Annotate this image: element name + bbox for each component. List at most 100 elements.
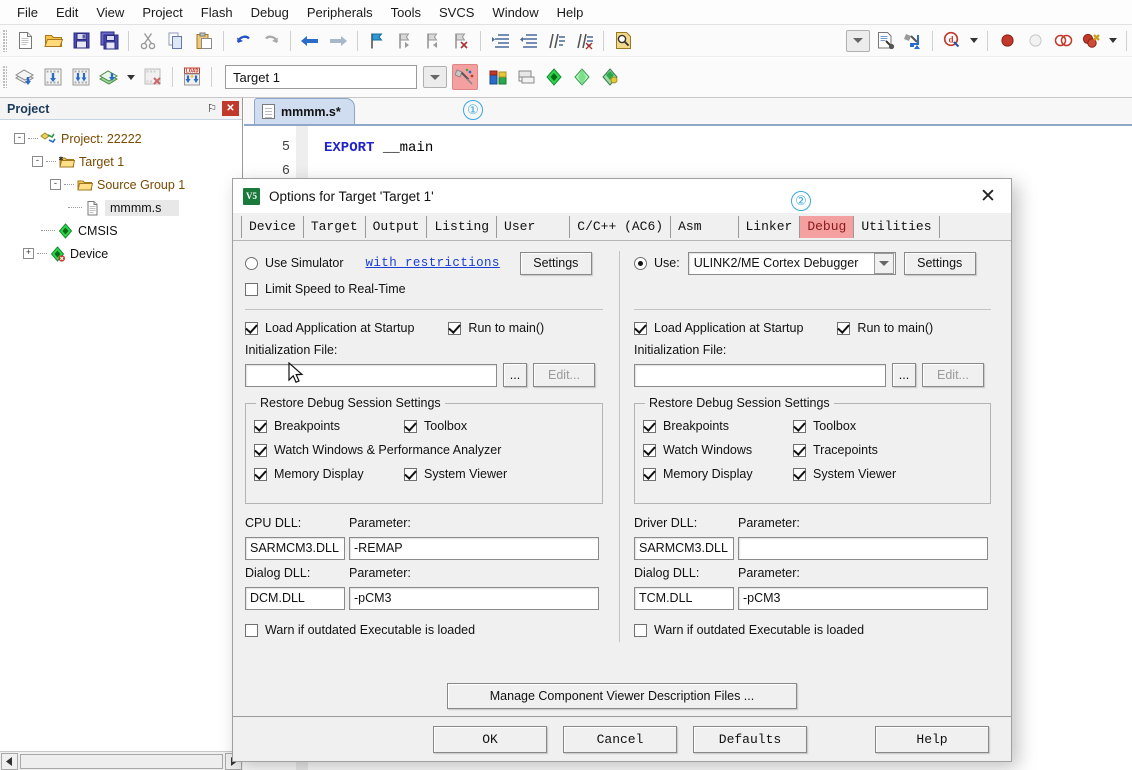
translate-icon[interactable] [12, 64, 38, 90]
expander-icon[interactable]: - [50, 179, 61, 190]
cpu-dll-input[interactable]: SARMCM3.DLL [245, 536, 345, 560]
warn-outdated-row-left[interactable]: Warn if outdated Executable is loaded [245, 618, 603, 642]
debugger-settings-button[interactable]: Settings [903, 251, 976, 275]
copy-icon[interactable] [163, 28, 189, 54]
run-to-main-checkbox[interactable] [448, 321, 462, 335]
breakpoints-checkbox[interactable] [254, 419, 267, 433]
tab-utilities[interactable]: Utilities [854, 215, 940, 238]
tab-target[interactable]: Target [304, 215, 366, 238]
insert-breakpoint-icon[interactable] [994, 28, 1020, 54]
warn-outdated-row-right[interactable]: Warn if outdated Executable is loaded [634, 618, 991, 642]
toolbox-checkbox[interactable] [793, 419, 806, 433]
batch-build-icon[interactable] [96, 64, 122, 90]
toolbar-grip[interactable] [3, 66, 7, 88]
toolbox-checkbox[interactable] [404, 419, 417, 433]
load-application-checkbox[interactable] [634, 321, 647, 335]
options-for-target-button[interactable] [452, 64, 478, 90]
undo-icon[interactable] [230, 28, 256, 54]
tab-linker[interactable]: Linker [739, 215, 801, 238]
build-icon[interactable] [40, 64, 66, 90]
close-icon[interactable]: ✕ [222, 101, 239, 116]
menu-item-svcs[interactable]: SVCS [430, 2, 483, 23]
target-dropdown-arrow-icon[interactable] [423, 66, 447, 88]
menu-item-project[interactable]: Project [133, 2, 191, 23]
bookmark-clear-icon[interactable] [448, 28, 474, 54]
dialog-dll-input[interactable]: TCM.DLL [634, 586, 734, 610]
disable-all-breakpoints-icon[interactable] [1050, 28, 1076, 54]
defaults-button[interactable]: Defaults [693, 725, 807, 753]
run-to-main-checkbox[interactable] [837, 321, 851, 335]
expander-icon[interactable]: - [32, 156, 43, 167]
cmsis-pack-installer-icon[interactable] [597, 64, 623, 90]
watch-windows-checkbox[interactable] [254, 443, 267, 457]
tree-node-device[interactable]: + Device [8, 242, 242, 265]
manage-multi-project-icon[interactable] [513, 64, 539, 90]
driver-dll-parameter-input[interactable] [738, 536, 988, 560]
manage-component-viewer-button[interactable]: Manage Component Viewer Description File… [447, 682, 797, 709]
initialization-file-input[interactable] [634, 363, 886, 387]
watch-windows-checkbox[interactable] [643, 443, 656, 457]
rebuild-icon[interactable] [68, 64, 94, 90]
ok-button[interactable]: OK [433, 725, 547, 753]
cancel-button[interactable]: Cancel [563, 725, 677, 753]
use-debugger-row[interactable]: Use: ULINK2/ME Cortex Debugger Settings [634, 251, 991, 275]
system-viewer-checkbox[interactable] [793, 467, 806, 481]
tree-node-cmsis[interactable]: CMSIS [8, 219, 242, 242]
tree-node-project[interactable]: - Project: 22222 [8, 127, 242, 150]
tab-debug[interactable]: Debug [800, 215, 855, 238]
help-button[interactable]: Help [875, 725, 989, 753]
outdent-icon[interactable] [515, 28, 541, 54]
menu-item-window[interactable]: Window [483, 2, 547, 23]
menu-item-peripherals[interactable]: Peripherals [298, 2, 382, 23]
bookmark-prev-icon[interactable] [392, 28, 418, 54]
initialization-file-input[interactable] [245, 363, 497, 387]
memory-display-cell[interactable]: Memory Display [643, 467, 793, 481]
limit-speed-row[interactable]: Limit Speed to Real-Time [245, 277, 603, 301]
memory-display-checkbox[interactable] [254, 467, 267, 481]
breakpoints-checkbox[interactable] [643, 419, 656, 433]
dialog-title-bar[interactable]: V5 Options for Target 'Target 1' ✕ [233, 179, 1011, 213]
menu-item-flash[interactable]: Flash [192, 2, 242, 23]
cut-icon[interactable] [135, 28, 161, 54]
cmsis-pack-green-icon[interactable] [541, 64, 567, 90]
bookmark-toggle-icon[interactable] [364, 28, 390, 54]
use-simulator-row[interactable]: Use Simulator with restrictions Settings [245, 251, 603, 275]
breakpoints-cell[interactable]: Breakpoints [643, 419, 793, 433]
pin-icon[interactable]: ⚐ [204, 101, 220, 117]
use-simulator-radio[interactable] [245, 256, 258, 270]
breakpoints-dropdown-caret-icon[interactable] [1109, 38, 1117, 43]
tab-c-cpp[interactable]: C/C++ (AC6) [570, 215, 672, 238]
toolbar-grip[interactable] [3, 29, 7, 52]
new-file-icon[interactable] [12, 28, 38, 54]
system-viewer-cell[interactable]: System Viewer [793, 467, 896, 481]
menu-item-tools[interactable]: Tools [382, 2, 430, 23]
disable-breakpoint-icon[interactable] [1022, 28, 1048, 54]
scroll-thumb[interactable] [20, 753, 223, 769]
menu-item-edit[interactable]: Edit [47, 2, 87, 23]
debugger-select[interactable]: ULINK2/ME Cortex Debugger [687, 251, 896, 275]
browse-init-file-button[interactable]: ... [892, 363, 916, 387]
navigate-forward-icon[interactable] [325, 28, 351, 54]
edit-init-file-button[interactable]: Edit... [533, 363, 595, 387]
chevron-down-icon[interactable] [873, 252, 894, 274]
stop-build-icon[interactable] [140, 64, 166, 90]
tab-device[interactable]: Device [241, 215, 304, 238]
simulator-settings-button[interactable]: Settings [519, 251, 592, 275]
load-app-row-left[interactable]: Load Application at Startup Run to main(… [245, 316, 603, 340]
save-icon[interactable] [68, 28, 94, 54]
save-all-icon[interactable] [96, 28, 122, 54]
configure-target-dropdown-icon[interactable] [846, 29, 870, 52]
comment-icon[interactable] [543, 28, 569, 54]
toolbox-cell[interactable]: Toolbox [793, 419, 856, 433]
tab-asm[interactable]: Asm [671, 215, 739, 238]
tree-node-target[interactable]: - Target 1 [8, 150, 242, 173]
manage-project-items-icon[interactable] [485, 64, 511, 90]
watch-windows-cell[interactable]: Watch Windows & Performance Analyzer [254, 443, 501, 457]
project-horizontal-scrollbar[interactable] [0, 751, 243, 770]
menu-item-help[interactable]: Help [548, 2, 593, 23]
start-debug-icon[interactable]: d [939, 28, 965, 54]
browse-init-file-button[interactable]: ... [503, 363, 527, 387]
kill-all-breakpoints-icon[interactable] [1078, 28, 1104, 54]
expander-icon[interactable]: - [14, 133, 25, 144]
menu-item-view[interactable]: View [87, 2, 133, 23]
